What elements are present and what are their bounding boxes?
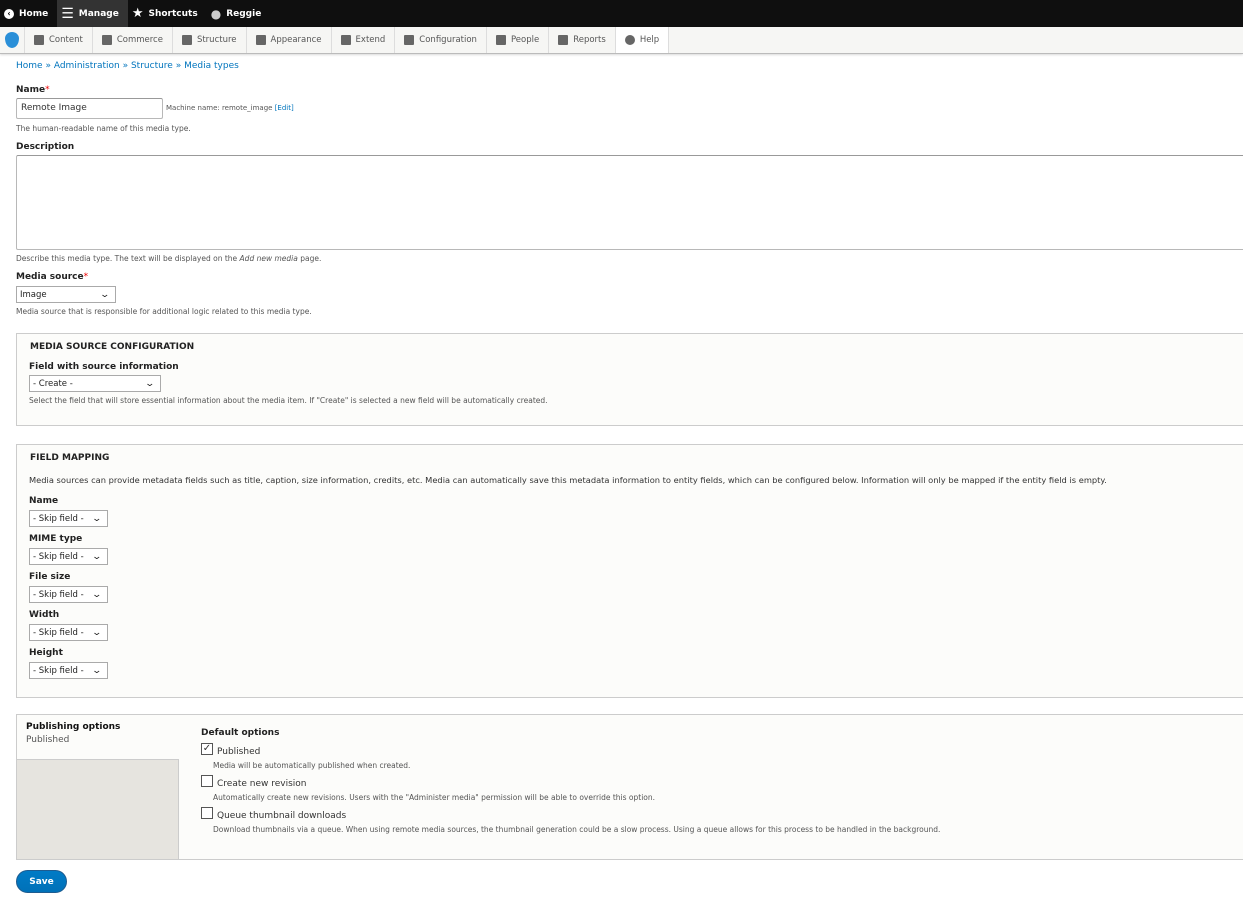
fieldset-legend: Media source configuration: [30, 342, 194, 352]
published-checkbox[interactable]: ✓: [201, 743, 213, 755]
field-mapping-fieldset: Field mapping Media sources can provide …: [16, 444, 1243, 698]
vertical-tabs-menu: Publishing options Published: [17, 715, 179, 859]
tray-content[interactable]: Content: [24, 27, 92, 53]
admin-toolbar: ‹Home ☰Manage ★Shortcuts ●Reggie: [0, 0, 1243, 27]
chevron-down-icon: ⌄: [92, 552, 103, 562]
machine-name: Machine name: remote_image [Edit]: [166, 104, 294, 112]
save-button[interactable]: Save: [16, 870, 67, 893]
toolbar-manage[interactable]: ☰Manage: [57, 0, 128, 27]
back-arrow-icon: ‹: [4, 9, 14, 19]
chevron-down-icon: ⌄: [92, 628, 103, 638]
tray-help[interactable]: Help: [615, 27, 669, 53]
chevron-down-icon: ⌄: [100, 290, 111, 300]
create-revision-label[interactable]: Create new revision: [217, 779, 307, 789]
queue-thumbnail-help: Download thumbnails via a queue. When us…: [213, 825, 940, 834]
puzzle-icon: [341, 35, 351, 45]
description-label: Description: [16, 142, 74, 152]
tray-reports[interactable]: Reports: [548, 27, 615, 53]
fieldset-legend: Field mapping: [30, 453, 109, 463]
name-help: The human-readable name of this media ty…: [16, 124, 191, 133]
tray-commerce[interactable]: Commerce: [92, 27, 172, 53]
people-icon: [496, 35, 506, 45]
menu-icon: ☰: [61, 6, 74, 22]
tab-publishing-options[interactable]: Publishing options Published: [17, 715, 179, 760]
tab-summary: Published: [26, 735, 170, 745]
mapping-select-height[interactable]: - Skip field -⌄: [29, 662, 108, 679]
toolbar-tray: Content Commerce Structure Appearance Ex…: [0, 27, 1243, 54]
source-field-help: Select the field that will store essenti…: [29, 396, 548, 405]
breadcrumb-media-types[interactable]: Media types: [184, 61, 239, 71]
media-source-configuration-fieldset: Media source configuration Field with so…: [16, 333, 1243, 426]
toolbar-user[interactable]: ●Reggie: [207, 0, 271, 27]
queue-thumbnail-checkbox[interactable]: [201, 807, 213, 819]
machine-name-edit-link[interactable]: [Edit]: [275, 104, 294, 112]
mapping-select-filesize[interactable]: - Skip field -⌄: [29, 586, 108, 603]
description-help: Describe this media type. The text will …: [16, 254, 321, 263]
chevron-down-icon: ⌄: [145, 379, 156, 389]
breadcrumb-home[interactable]: Home: [16, 61, 43, 71]
media-source-label: Media source*: [16, 272, 88, 282]
help-icon: [625, 35, 635, 45]
default-options-heading: Default options: [201, 728, 279, 738]
chevron-down-icon: ⌄: [92, 514, 103, 524]
description-textarea[interactable]: [16, 155, 1243, 250]
mapping-label-name: Name: [29, 496, 58, 506]
user-icon: ●: [211, 7, 221, 21]
breadcrumb-structure[interactable]: Structure: [131, 61, 173, 71]
published-label[interactable]: Published: [217, 747, 260, 757]
source-field-select[interactable]: - Create -⌄: [29, 375, 161, 392]
media-source-select[interactable]: Image⌄: [16, 286, 116, 303]
queue-thumbnail-label[interactable]: Queue thumbnail downloads: [217, 811, 346, 821]
tray-configuration[interactable]: Configuration: [394, 27, 486, 53]
vertical-tabs: Publishing options Published Default opt…: [16, 714, 1243, 860]
mapping-label-height: Height: [29, 648, 63, 658]
cart-icon: [102, 35, 112, 45]
checkmark-icon: ✓: [203, 743, 211, 754]
mapping-select-width[interactable]: - Skip field -⌄: [29, 624, 108, 641]
breadcrumb-administration[interactable]: Administration: [54, 61, 120, 71]
field-mapping-intro: Media sources can provide metadata field…: [29, 475, 1107, 485]
mapping-label-mime: MIME type: [29, 534, 82, 544]
tray-structure[interactable]: Structure: [172, 27, 246, 53]
breadcrumb: Home » Administration » Structure » Medi…: [16, 61, 239, 71]
toolbar-shortcuts[interactable]: ★Shortcuts: [128, 0, 207, 27]
tray-extend[interactable]: Extend: [331, 27, 395, 53]
toolbar-home[interactable]: ‹Home: [0, 0, 57, 27]
mapping-select-name[interactable]: - Skip field -⌄: [29, 510, 108, 527]
bar-chart-icon: [558, 35, 568, 45]
create-revision-help: Automatically create new revisions. User…: [213, 793, 655, 802]
required-marker: *: [45, 85, 50, 95]
mapping-label-filesize: File size: [29, 572, 70, 582]
chevron-down-icon: ⌄: [92, 590, 103, 600]
structure-icon: [182, 35, 192, 45]
name-label: Name*: [16, 85, 50, 95]
mapping-select-mime[interactable]: - Skip field -⌄: [29, 548, 108, 565]
brush-icon: [256, 35, 266, 45]
wrench-icon: [404, 35, 414, 45]
content-icon: [34, 35, 44, 45]
tray-appearance[interactable]: Appearance: [246, 27, 331, 53]
create-revision-checkbox[interactable]: [201, 775, 213, 787]
drupal-logo-icon[interactable]: [0, 27, 24, 53]
star-icon: ★: [132, 6, 144, 21]
published-help: Media will be automatically published wh…: [213, 761, 410, 770]
tray-people[interactable]: People: [486, 27, 548, 53]
chevron-down-icon: ⌄: [92, 666, 103, 676]
media-source-help: Media source that is responsible for add…: [16, 307, 312, 316]
mapping-label-width: Width: [29, 610, 59, 620]
source-field-label: Field with source information: [29, 362, 179, 372]
name-input[interactable]: Remote Image: [16, 98, 163, 119]
